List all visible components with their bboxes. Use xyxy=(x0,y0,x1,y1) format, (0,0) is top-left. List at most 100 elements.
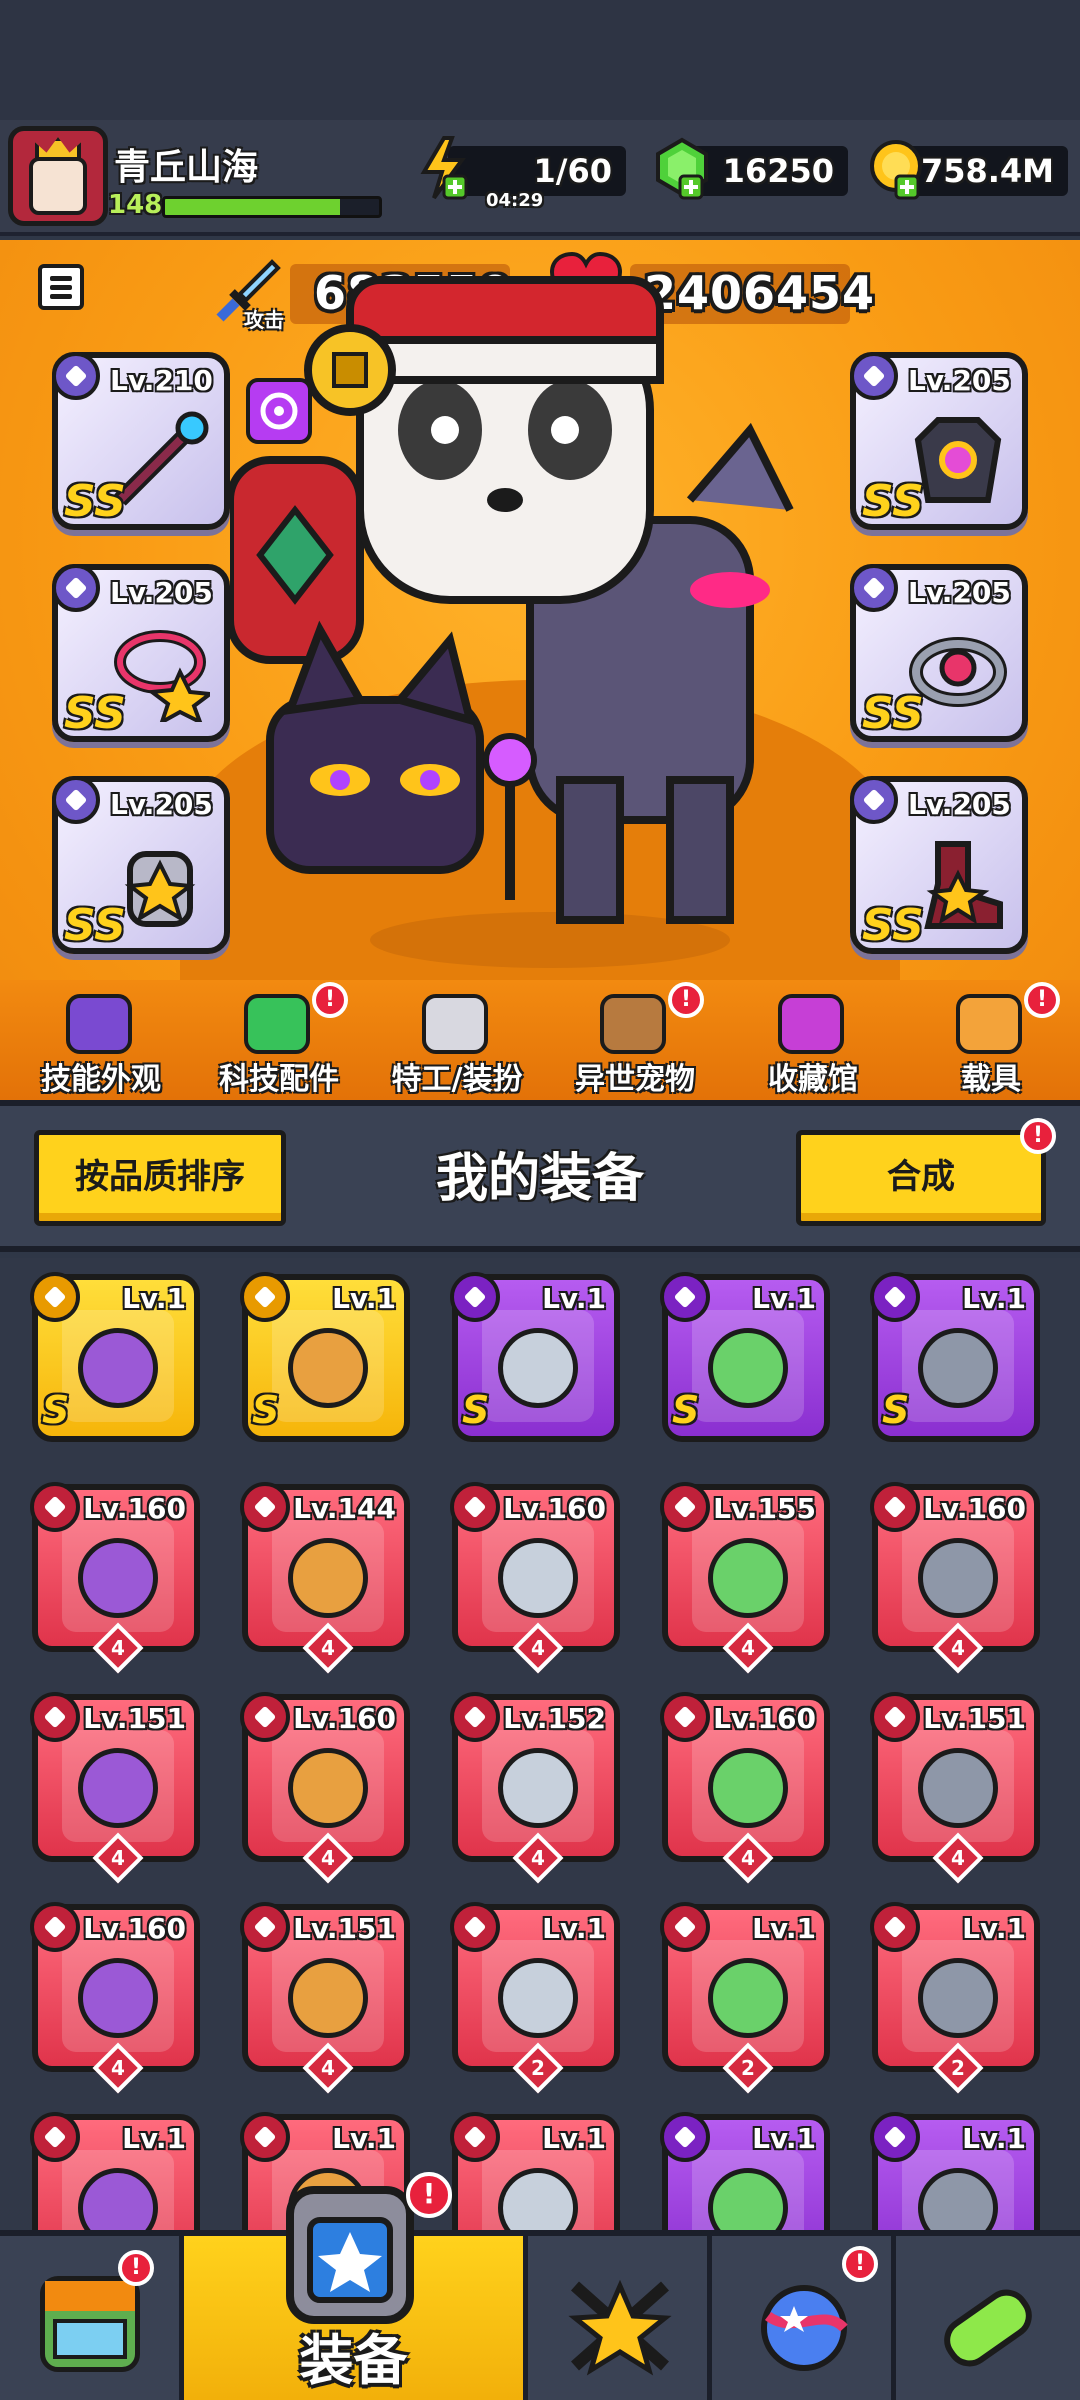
equipment-item[interactable]: Lv.155 4 xyxy=(660,1482,830,1674)
item-type-icon xyxy=(660,1272,710,1322)
item-star-count-value: 4 xyxy=(111,1636,125,1660)
feature-tech-parts[interactable]: 科技配件! xyxy=(194,982,364,1097)
equipment-item[interactable]: Lv.1 S xyxy=(660,1272,830,1442)
item-type-icon xyxy=(30,2112,80,2162)
equipment-item[interactable]: Lv.160 4 xyxy=(240,1692,410,1884)
equipment-alert-badge: ! xyxy=(406,2172,452,2218)
item-star-count-value: 4 xyxy=(951,1636,965,1660)
feature-collection[interactable]: 收藏馆 xyxy=(728,984,898,1097)
feature-vehicle[interactable]: 载具! xyxy=(906,982,1076,1097)
tab-lab[interactable] xyxy=(896,2236,1080,2400)
item-icon xyxy=(78,1538,158,1618)
slot-level: Lv.205 xyxy=(110,788,213,821)
equipment-tab-icon[interactable]: ! xyxy=(250,2170,452,2340)
player-name: 青丘山海 xyxy=(114,147,259,188)
avatar-face xyxy=(29,157,87,215)
slot-level: Lv.205 xyxy=(908,788,1011,821)
feature-pet[interactable]: 异世宠物! xyxy=(550,982,720,1097)
item-icon xyxy=(78,1328,158,1408)
world-alert-badge: ! xyxy=(842,2246,878,2282)
equipment-item[interactable]: Lv.1 S xyxy=(870,1272,1040,1442)
equipment-header: 按品质排序 我的装备 合成 ! xyxy=(0,1100,1080,1252)
equipment-item[interactable]: Lv.160 4 xyxy=(870,1482,1040,1674)
merge-button[interactable]: 合成 xyxy=(796,1130,1046,1226)
equipment-item[interactable]: Lv.152 4 xyxy=(450,1692,620,1884)
avatar[interactable] xyxy=(8,126,108,226)
equipment-item[interactable]: Lv.1 xyxy=(30,2112,200,2230)
item-type-icon xyxy=(450,1482,500,1532)
item-star-count-value: 4 xyxy=(111,1846,125,1870)
equipment-item[interactable]: Lv.1 S xyxy=(450,1272,620,1442)
tab-shop[interactable]: ! xyxy=(0,2236,184,2400)
item-level: Lv.1 xyxy=(542,2122,606,2155)
energy-icon xyxy=(414,136,478,200)
equipment-item[interactable]: Lv.1 xyxy=(450,2112,620,2230)
equipped-necklace-slot[interactable]: Lv.205 SS xyxy=(52,564,230,742)
equipment-item[interactable]: Lv.1 2 xyxy=(450,1902,620,2094)
menu-list-icon[interactable] xyxy=(38,264,84,310)
slot-level: Lv.210 xyxy=(110,364,213,397)
item-icon xyxy=(708,1748,788,1828)
energy-value: 1/60 xyxy=(533,152,612,190)
equipment-item[interactable]: Lv.1 2 xyxy=(660,1902,830,2094)
item-type-icon xyxy=(660,1902,710,1952)
equipment-item[interactable]: Lv.160 4 xyxy=(30,1482,200,1674)
feature-agent[interactable]: 特工/装扮 xyxy=(372,984,542,1097)
equipped-armor-slot[interactable]: Lv.205 SS xyxy=(850,352,1028,530)
equipment-item[interactable]: Lv.1 2 xyxy=(870,1902,1040,2094)
xp-bar xyxy=(162,196,382,218)
item-level: Lv.1 xyxy=(332,2122,396,2155)
item-type-icon xyxy=(660,2112,710,2162)
equipment-item[interactable]: Lv.151 4 xyxy=(870,1692,1040,1884)
equipped-ring-slot[interactable]: Lv.205 SS xyxy=(850,564,1028,742)
item-level: Lv.155 xyxy=(713,1492,816,1525)
equipped-boots-slot[interactable]: Lv.205 SS xyxy=(850,776,1028,954)
hero-character[interactable] xyxy=(226,260,870,980)
item-icon xyxy=(708,1538,788,1618)
equipment-item[interactable]: Lv.1 xyxy=(870,2112,1040,2230)
necklace-type-icon xyxy=(52,564,100,612)
equipment-item[interactable]: Lv.160 4 xyxy=(30,1902,200,2094)
equipment-item[interactable]: Lv.160 4 xyxy=(660,1692,830,1884)
equipment-grid: Lv.1 S Lv.1 S Lv.1 S Lv.1 S Lv.1 S Lv.160 4 Lv.144 4 L… xyxy=(0,1258,1080,2230)
item-level: Lv.1 xyxy=(332,1282,396,1315)
item-level: Lv.160 xyxy=(83,1912,186,1945)
collection-icon xyxy=(778,994,844,1054)
item-type-icon xyxy=(450,2112,500,2162)
item-icon xyxy=(708,1328,788,1408)
equipment-item[interactable]: Lv.1 xyxy=(660,2112,830,2230)
tab-world[interactable]: ! xyxy=(712,2236,896,2400)
feature-label: 科技配件 xyxy=(219,1062,339,1097)
equipment-item[interactable]: Lv.144 4 xyxy=(240,1482,410,1674)
item-icon xyxy=(498,1538,578,1618)
item-level: Lv.1 xyxy=(122,1282,186,1315)
tab-battle[interactable] xyxy=(528,2236,712,2400)
target-skill-icon[interactable] xyxy=(246,378,312,444)
item-type-icon xyxy=(30,1902,80,1952)
item-icon xyxy=(498,1328,578,1408)
item-level: Lv.144 xyxy=(293,1492,396,1525)
item-icon xyxy=(918,1328,998,1408)
player-level: 148 xyxy=(108,190,163,220)
item-star-count-value: 4 xyxy=(321,1846,335,1870)
feature-skill-skin[interactable]: 技能外观 xyxy=(16,984,186,1097)
item-icon xyxy=(288,1328,368,1408)
skill-skin-icon xyxy=(66,994,132,1054)
battle-star-icon xyxy=(568,2279,672,2376)
equipment-item[interactable]: Lv.151 4 xyxy=(30,1692,200,1884)
equipment-item[interactable]: Lv.1 S xyxy=(240,1272,410,1442)
equipped-weapon-slot[interactable]: Lv.210 SS xyxy=(52,352,230,530)
equipment-item[interactable]: Lv.1 S xyxy=(30,1272,200,1442)
equipment-item[interactable]: Lv.151 4 xyxy=(240,1902,410,2094)
equipment-item[interactable]: Lv.160 4 xyxy=(450,1482,620,1674)
merge-alert-badge: ! xyxy=(1020,1118,1056,1154)
item-type-icon xyxy=(240,1272,290,1322)
equipped-glove-slot[interactable]: Lv.205 SS xyxy=(52,776,230,954)
item-icon xyxy=(78,1958,158,2038)
item-level: Lv.160 xyxy=(713,1702,816,1735)
energy-timer: 04:29 xyxy=(486,190,544,211)
item-level: Lv.1 xyxy=(752,2122,816,2155)
item-level: Lv.1 xyxy=(542,1282,606,1315)
item-type-icon xyxy=(30,1482,80,1532)
sort-by-quality-button[interactable]: 按品质排序 xyxy=(34,1130,286,1226)
